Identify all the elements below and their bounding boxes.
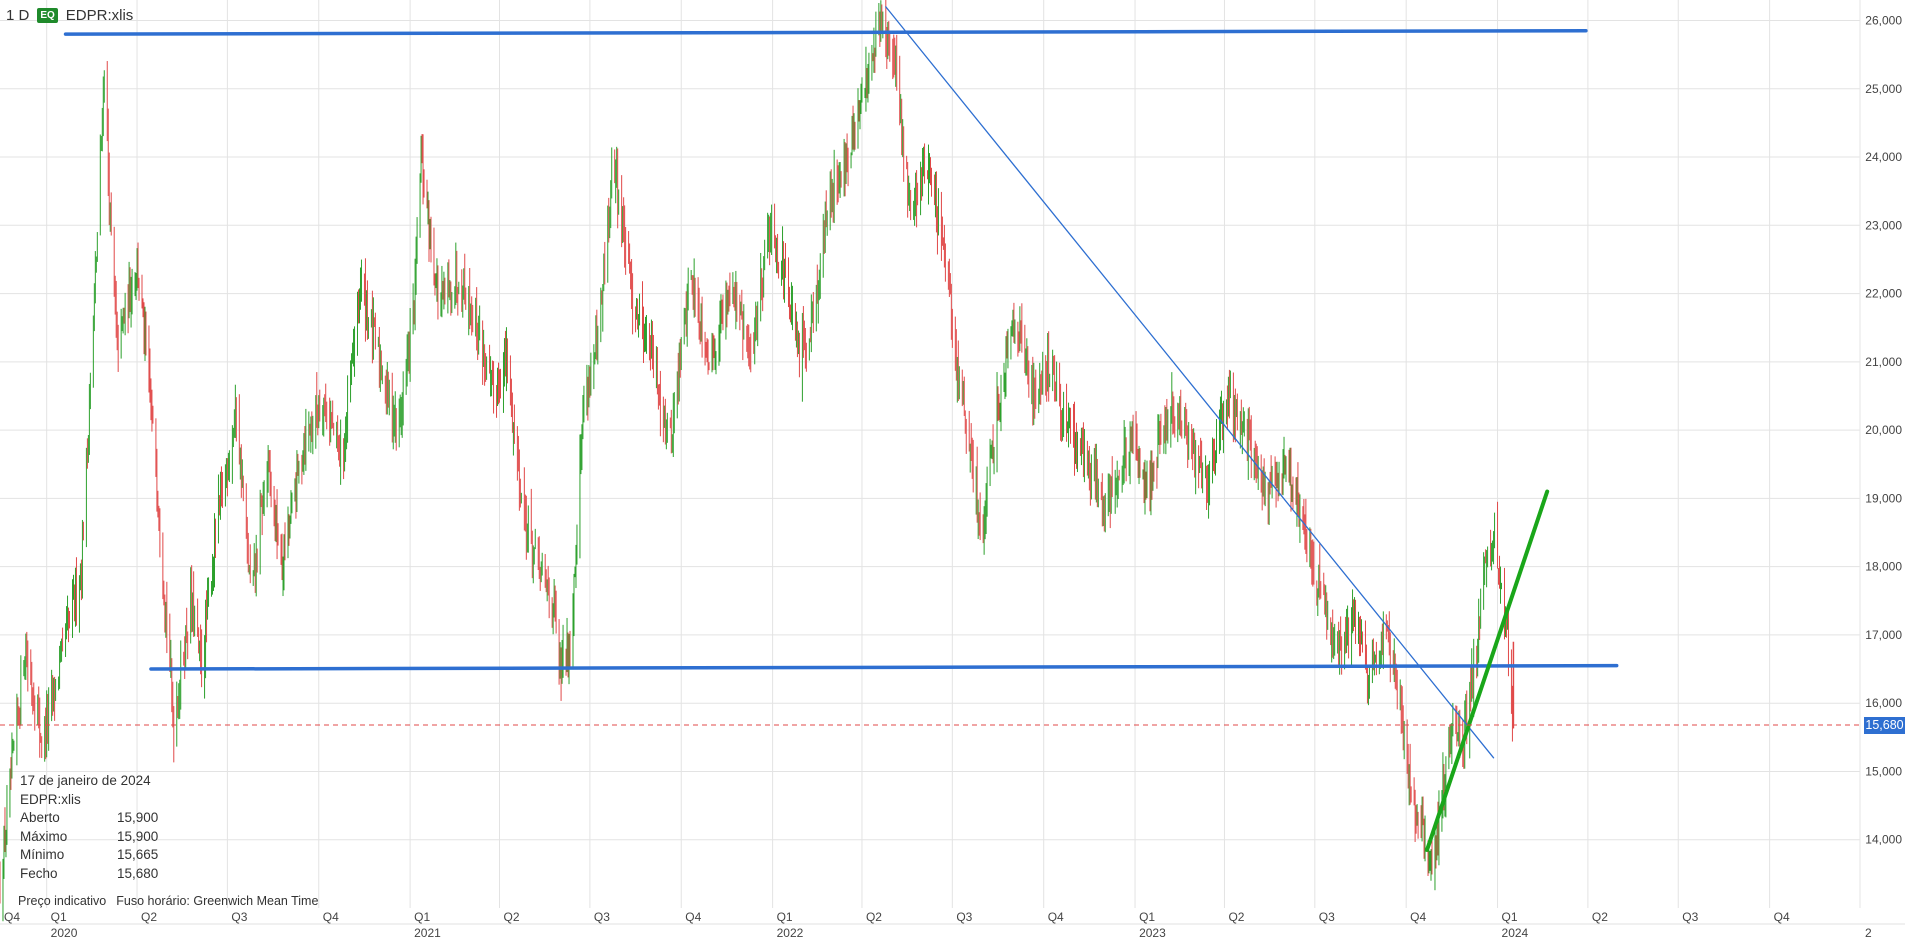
quarter-tick-label: Q4 bbox=[1048, 910, 1064, 924]
quarter-tick-label: Q2 bbox=[1592, 910, 1608, 924]
quarter-tick-label: Q4 bbox=[4, 910, 20, 924]
info-value: 15,665 bbox=[117, 847, 159, 862]
price-tick-label: 18,000 bbox=[1865, 560, 1902, 574]
quarter-tick-label: Q4 bbox=[1774, 910, 1790, 924]
price-tick-label: 25,000 bbox=[1865, 82, 1902, 96]
price-tick-label: 23,000 bbox=[1865, 218, 1902, 232]
info-row-close: Fecho 15,680 bbox=[20, 865, 158, 884]
price-tick-label: 22,000 bbox=[1865, 287, 1902, 301]
info-row-high: Máximo 15,900 bbox=[20, 828, 158, 847]
interval-label[interactable]: 1 D bbox=[6, 7, 29, 24]
quarter-tick-label: Q4 bbox=[323, 910, 339, 924]
current-price-badge: 15,680 bbox=[1864, 716, 1905, 734]
year-tick-label: 2 bbox=[1865, 926, 1872, 940]
price-chart[interactable]: 14,000 15,000 16,000 17,000 18,000 19,000 20,0… bbox=[0, 0, 1905, 942]
price-tick-label: 24,000 bbox=[1865, 150, 1902, 164]
quarter-tick-label: Q2 bbox=[141, 910, 157, 924]
price-axis[interactable]: 14,000 15,000 16,000 17,000 18,000 19,000 20,0… bbox=[1859, 0, 1902, 908]
info-label: Fecho bbox=[20, 865, 58, 881]
info-row-open: Aberto 15,900 bbox=[20, 809, 158, 828]
chart-footer: Preço indicativo Fuso horário: Greenwich… bbox=[18, 894, 318, 908]
info-symbol: EDPR:xlis bbox=[20, 791, 81, 807]
info-row-low: Mínimo 15,665 bbox=[20, 846, 158, 865]
price-tick-label: 20,000 bbox=[1865, 423, 1902, 437]
quarter-tick-label: Q2 bbox=[1228, 910, 1244, 924]
quarter-tick-label: Q4 bbox=[685, 910, 701, 924]
trendline-support bbox=[149, 663, 1619, 671]
info-label: Máximo bbox=[20, 828, 68, 844]
quarter-tick-label: Q3 bbox=[231, 910, 247, 924]
info-label: Mínimo bbox=[20, 847, 65, 862]
quarter-tick-label: Q1 bbox=[1502, 910, 1518, 924]
quarter-tick-label: Q3 bbox=[1682, 910, 1698, 924]
quarter-tick-label: Q2 bbox=[866, 910, 882, 924]
info-value: 15,680 bbox=[117, 865, 159, 881]
quarter-tick-label: Q1 bbox=[51, 910, 67, 924]
price-tick-label: 26,000 bbox=[1865, 13, 1902, 27]
year-tick-label: 2021 bbox=[414, 926, 441, 940]
symbol-label[interactable]: EDPR:xlis bbox=[66, 7, 134, 24]
info-value: 15,900 bbox=[117, 828, 159, 844]
ohlc-info-panel: 17 de janeiro de 2024 EDPR:xlis Aberto 15… bbox=[20, 772, 158, 883]
year-tick-label: 2022 bbox=[777, 926, 804, 940]
info-value: 15,900 bbox=[117, 810, 159, 825]
price-tick-label: 14,000 bbox=[1865, 833, 1902, 847]
price-tick-label: 21,000 bbox=[1865, 355, 1902, 369]
time-axis[interactable]: Q4 Q1 Q2 Q3 Q4 Q1 Q2 Q3 Q4 Q1 Q2 Q3 Q4 Q1 Q2 Q3 Q4 Q1 Q2 Q3… bbox=[0, 910, 1905, 940]
price-tick-label: 15,000 bbox=[1865, 764, 1902, 778]
trendline-resistance bbox=[63, 28, 1588, 36]
chart-header: 1 D EQ EDPR:xlis bbox=[6, 7, 133, 24]
indicative-price-note: Preço indicativo bbox=[18, 894, 107, 908]
price-tick-label: 19,000 bbox=[1865, 491, 1902, 505]
trendline-downtrend bbox=[885, 6, 1495, 759]
trendlines[interactable] bbox=[63, 6, 1619, 852]
year-tick-label: 2023 bbox=[1139, 926, 1166, 940]
info-label: Aberto bbox=[20, 810, 60, 825]
equity-badge: EQ bbox=[37, 8, 58, 23]
quarter-tick-label: Q1 bbox=[1139, 910, 1155, 924]
year-tick-label: 2024 bbox=[1502, 926, 1529, 940]
price-tick-label: 16,000 bbox=[1865, 696, 1902, 710]
quarter-tick-label: Q1 bbox=[414, 910, 430, 924]
chart-grid bbox=[0, 0, 1860, 908]
quarter-tick-label: Q3 bbox=[956, 910, 972, 924]
quarter-tick-label: Q1 bbox=[777, 910, 793, 924]
quarter-tick-label: Q3 bbox=[594, 910, 610, 924]
price-tick-label: 17,000 bbox=[1865, 628, 1902, 642]
quarter-tick-label: Q4 bbox=[1410, 910, 1426, 924]
quarter-tick-label: Q2 bbox=[504, 910, 520, 924]
quarter-tick-label: Q3 bbox=[1319, 910, 1335, 924]
info-date: 17 de janeiro de 2024 bbox=[20, 773, 151, 788]
timezone-note: Fuso horário: Greenwich Mean Time bbox=[116, 894, 319, 908]
year-tick-label: 2020 bbox=[51, 926, 78, 940]
trendline-uptrend bbox=[1425, 489, 1550, 852]
